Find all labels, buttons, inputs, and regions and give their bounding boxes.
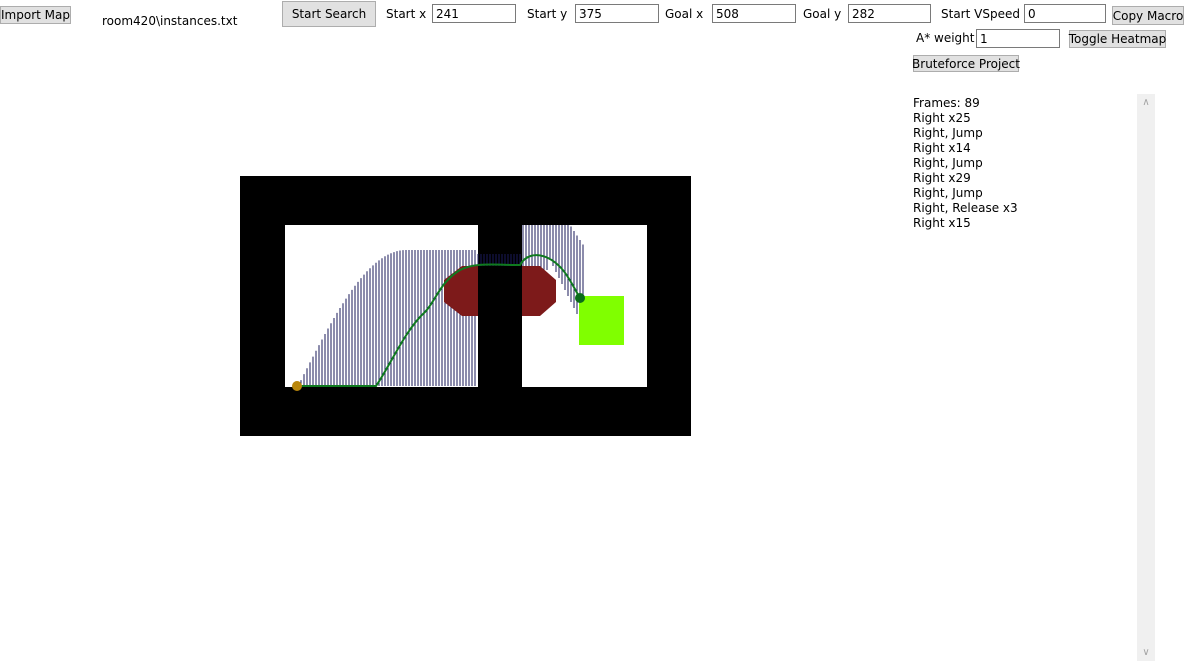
ceiling-block xyxy=(478,225,522,254)
map-view[interactable] xyxy=(0,0,1184,661)
center-pillar xyxy=(478,266,522,387)
start-marker xyxy=(292,381,302,391)
end-marker xyxy=(575,293,585,303)
goal-zone xyxy=(579,296,624,345)
